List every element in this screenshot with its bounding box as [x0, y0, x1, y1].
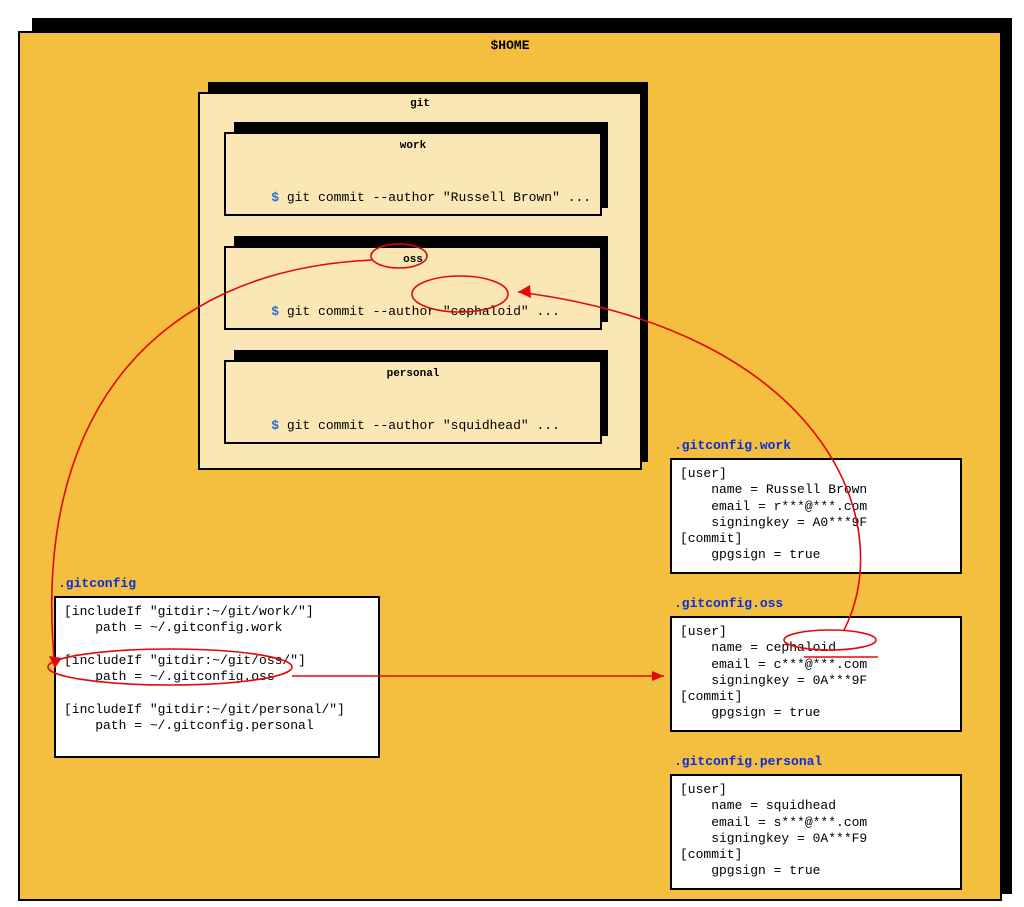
- home-title: $HOME: [20, 38, 1000, 53]
- dir-work-cmd-pre: git commit --author ": [279, 190, 451, 205]
- gitconfig-work-box: [user] name = Russell Brown email = r***…: [670, 458, 962, 574]
- dir-work-cmd-post: " ...: [552, 190, 591, 205]
- gitconfig-oss-box: [user] name = cephaloid email = c***@***…: [670, 616, 962, 732]
- dir-oss-cmd-author: cephaloid: [451, 304, 521, 319]
- dir-work-cmd: $ git commit --author "Russell Brown" ..…: [240, 174, 591, 223]
- dir-oss-cmd-post: " ...: [521, 304, 560, 319]
- dir-personal: personal $ git commit --author "squidhea…: [224, 360, 602, 444]
- gitconfig-box: [includeIf "gitdir:~/git/work/"] path = …: [54, 596, 380, 758]
- dir-personal-cmd-author: squidhead: [451, 418, 521, 433]
- gitconfig-oss-body-pre: [user] name =: [680, 624, 766, 655]
- dir-personal-title: personal: [226, 368, 600, 380]
- dir-personal-cmd-pre: git commit --author ": [279, 418, 451, 433]
- dir-oss-title: oss: [226, 254, 600, 266]
- dir-personal-cmd-post: " ...: [521, 418, 560, 433]
- gitconfig-oss-body-post: email = c***@***.com signingkey = 0A***9…: [680, 657, 867, 721]
- dir-work-title: work: [226, 140, 600, 152]
- gitconfig-personal-box: [user] name = squidhead email = s***@***…: [670, 774, 962, 890]
- dir-work-prompt: $: [271, 190, 279, 205]
- dir-oss-prompt: $: [271, 304, 279, 319]
- dir-personal-cmd: $ git commit --author "squidhead" ...: [240, 402, 560, 451]
- gitconfig-title: .gitconfig: [58, 576, 136, 591]
- gitconfig-oss-title: .gitconfig.oss: [674, 596, 783, 611]
- gitconfig-oss-body-author: cephaloid: [766, 640, 836, 655]
- dir-oss: oss $ git commit --author "cephaloid" ..…: [224, 246, 602, 330]
- git-title: git: [200, 98, 640, 110]
- dir-work-cmd-author: Russell Brown: [451, 190, 552, 205]
- dir-personal-prompt: $: [271, 418, 279, 433]
- gitconfig-personal-title: .gitconfig.personal: [674, 754, 822, 769]
- dir-work: work $ git commit --author "Russell Brow…: [224, 132, 602, 216]
- dir-oss-cmd-pre: git commit --author ": [279, 304, 451, 319]
- dir-oss-cmd: $ git commit --author "cephaloid" ...: [240, 288, 560, 337]
- gitconfig-work-title: .gitconfig.work: [674, 438, 791, 453]
